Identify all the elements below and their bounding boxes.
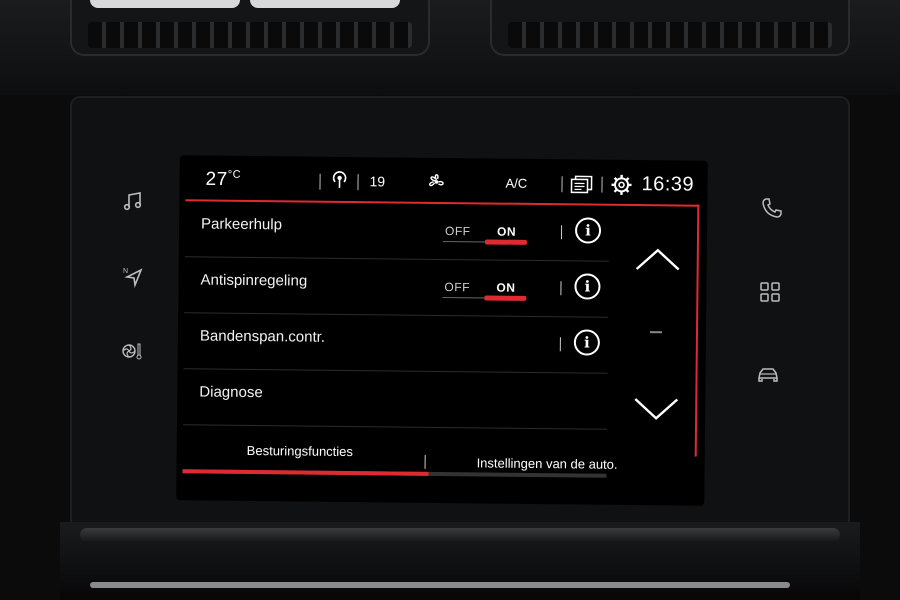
svg-text:N: N [123,268,128,275]
apps-button[interactable] [755,277,785,307]
radio-station: 19 [369,173,386,190]
antispinregeling-toggle[interactable]: OFF ON [442,278,527,301]
car-button[interactable] [753,360,783,390]
ac-label[interactable]: A/C [505,176,527,191]
dashboard-top [0,0,900,95]
chrome-trim [90,0,240,8]
tab-instellingen[interactable]: Instellingen van de auto. [477,455,618,471]
toggle-active-indicator [484,239,527,245]
toggle-on-label[interactable]: ON [497,225,516,239]
list-item-diagnose[interactable]: Diagnose [182,369,608,430]
air-vent-right [490,0,850,56]
phone-button[interactable] [757,193,787,223]
scroll-up-chevron-icon[interactable] [635,246,681,272]
list-item-antispinregeling[interactable]: Antispinregeling OFF ON i [184,257,609,318]
chrome-trim [90,582,790,588]
car-icon [758,368,778,382]
list-item-parkeerhulp[interactable]: Parkeerhulp OFF ON i [184,201,610,262]
clock: 16:39 [641,173,695,196]
temperature-value: 27 [205,168,228,191]
toggle-off-label[interactable]: OFF [444,280,470,294]
chrome-trim [250,0,400,8]
phone-icon [762,198,782,218]
messages-icon[interactable] [569,174,593,194]
info-icon[interactable]: i [574,217,602,244]
dashboard-light-strip [80,528,840,542]
row-label: Parkeerhulp [201,215,283,234]
infotainment-screen: 27°C 19 A/C 16:39 Parkeerhulp OFF ON i A… [176,155,708,506]
toggle-off-label[interactable]: OFF [445,224,471,238]
info-icon[interactable]: i [573,329,601,356]
navigation-icon: N [123,268,143,289]
outside-temperature: 27°C [205,169,241,192]
status-bar: 27°C 19 A/C 16:39 [179,155,707,205]
bottom-tabs: Besturingsfuncties Instellingen van de a… [176,440,704,486]
music-button[interactable] [118,186,148,216]
info-icon[interactable]: i [574,273,601,300]
settings-gear-icon[interactable] [610,174,632,196]
climate-button[interactable] [116,336,146,366]
apps-grid-icon [760,282,780,302]
row-label: Bandenspan.contr. [199,327,326,346]
music-icon [123,192,142,211]
radio-icon[interactable] [328,169,350,191]
navigation-button[interactable]: N [118,262,148,292]
climate-icon [122,343,142,360]
list-item-bandenspanning[interactable]: Bandenspan.contr. i [183,313,609,374]
settings-panel: Parkeerhulp OFF ON i Antispinregeling OF… [182,199,700,478]
air-vent-left [70,0,430,56]
temperature-unit: °C [227,168,242,181]
toggle-active-indicator [484,295,527,301]
row-label: Diagnose [199,383,263,402]
parkeerhulp-toggle[interactable]: OFF ON [442,222,527,245]
scroll-position-indicator [649,331,663,334]
scroll-down-chevron-icon[interactable] [633,396,679,422]
row-label: Antispinregeling [200,271,308,290]
fan-icon[interactable] [425,172,447,192]
toggle-on-label[interactable]: ON [496,281,515,295]
tab-besturingsfuncties[interactable]: Besturingsfuncties [247,443,353,459]
